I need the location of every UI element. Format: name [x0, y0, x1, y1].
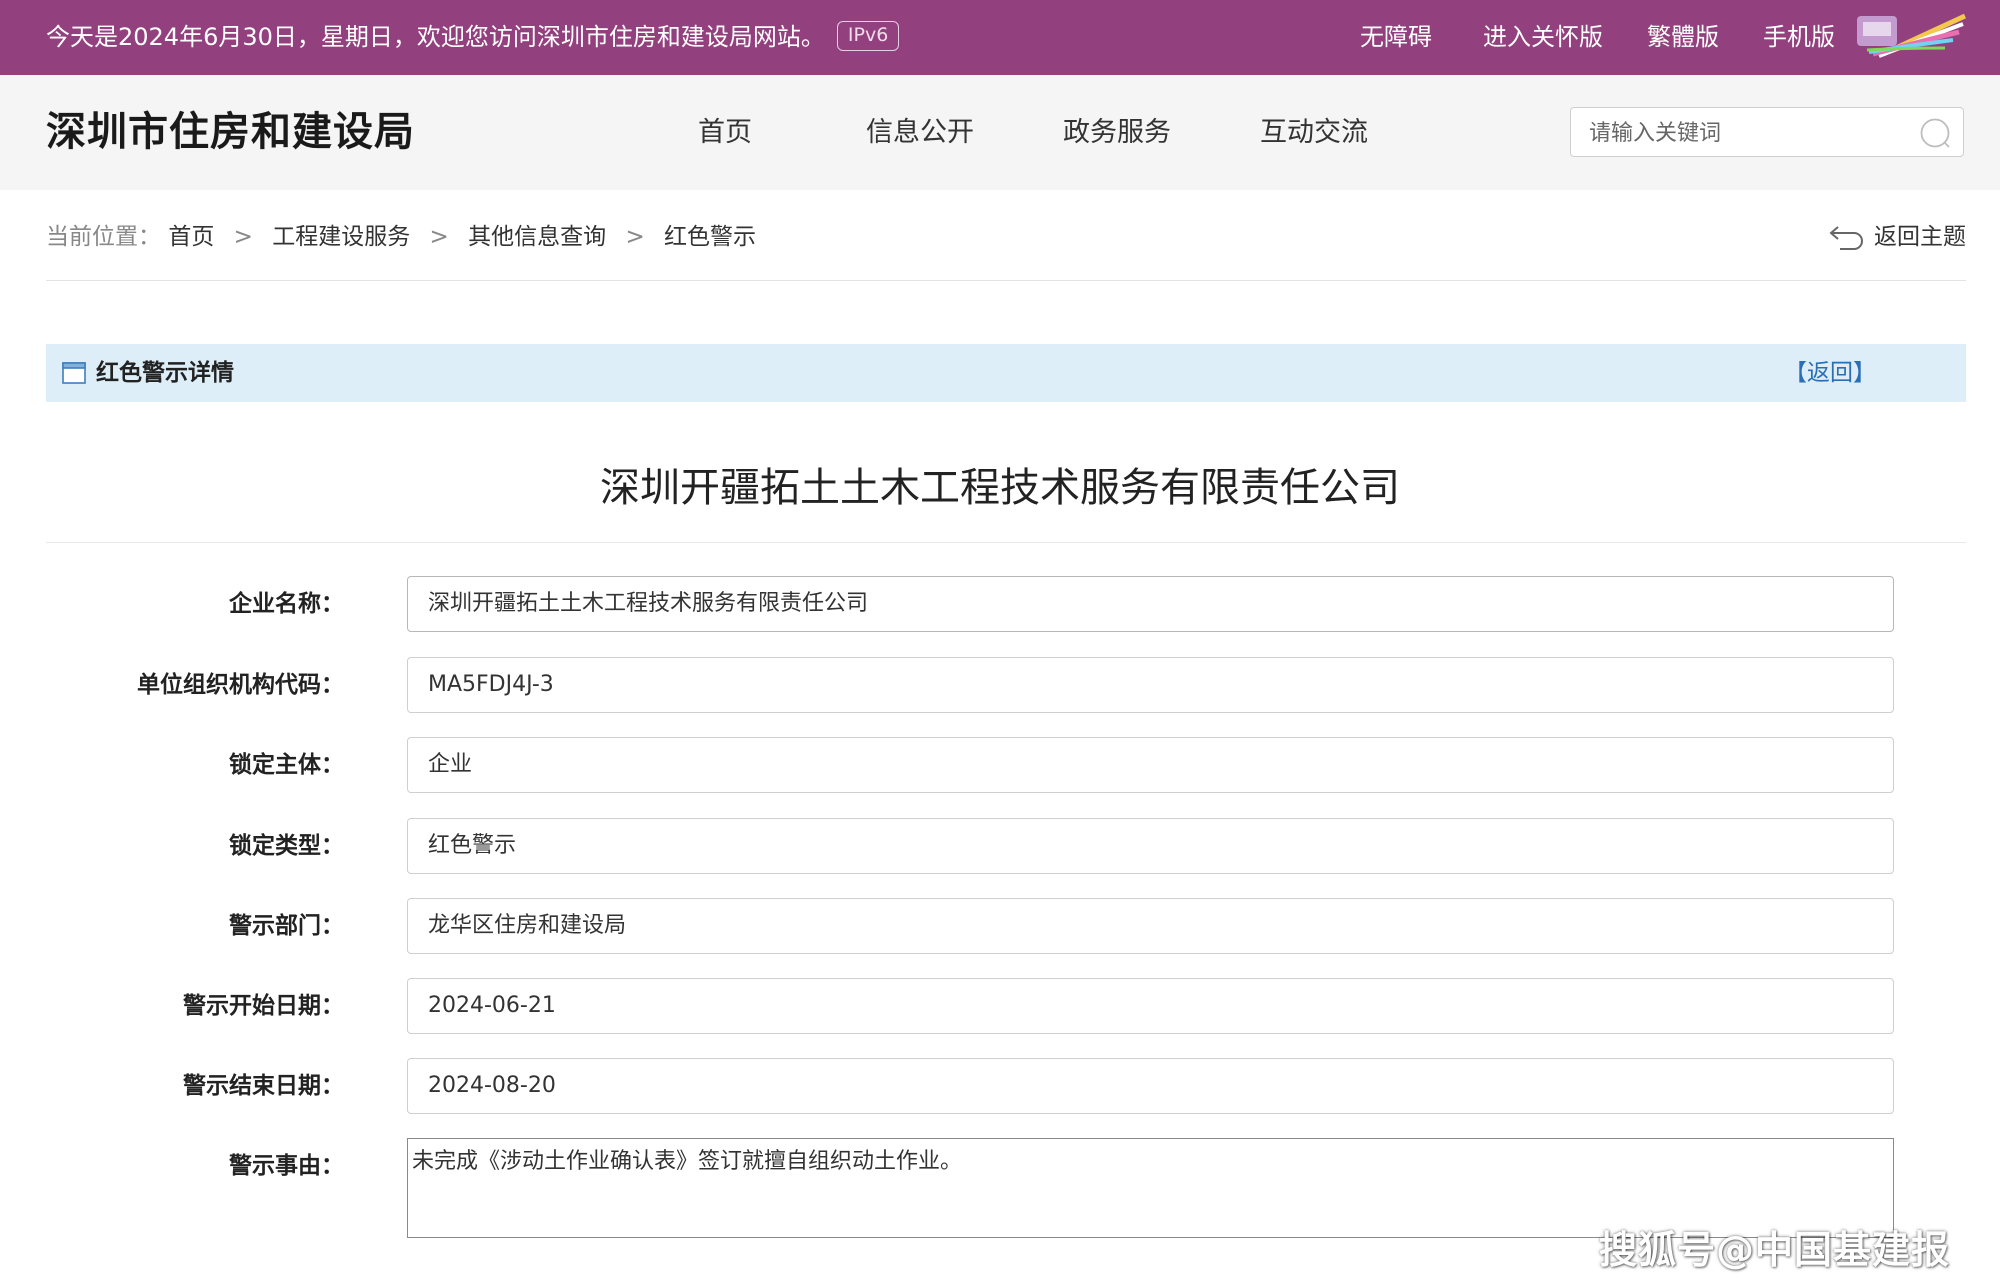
nav-government-services[interactable]: 政务服务: [1063, 75, 1171, 190]
company-name-label: 企业名称：: [229, 591, 344, 617]
care-mode-link[interactable]: 进入关怀版: [1483, 0, 1603, 75]
back-to-topic-button[interactable]: 返回主题: [1828, 215, 1966, 259]
detail-panel-header: 红色警示详情 【返回】: [46, 344, 1966, 402]
breadcrumb-other-info-query[interactable]: 其他信息查询: [468, 224, 606, 250]
form-row-lock-type: 锁定类型： 红色警示: [0, 818, 2000, 874]
accessibility-link[interactable]: 无障碍: [1360, 0, 1432, 75]
mobile-version-link[interactable]: 手机版: [1763, 0, 1835, 75]
form-row-org-code: 单位组织机构代码： MA5FDJ4J-3: [0, 657, 2000, 713]
search-input[interactable]: [1587, 114, 1901, 152]
company-heading: 深圳开疆拓土土木工程技术服务有限责任公司: [600, 465, 1400, 511]
lock-type-field[interactable]: 红色警示: [407, 818, 1894, 874]
nav-home[interactable]: 首页: [698, 75, 752, 190]
breadcrumb-separator: >: [429, 224, 449, 250]
form-row-start-date: 警示开始日期： 2024-06-21: [0, 978, 2000, 1034]
breadcrumb-separator: >: [625, 224, 645, 250]
return-arrow-icon: [1829, 225, 1863, 250]
heading-divider: [46, 542, 1966, 543]
breadcrumb: 当前位置： 首页 > 工程建设服务 > 其他信息查询 > 红色警示: [46, 215, 756, 259]
end-date-field[interactable]: 2024-08-20: [407, 1058, 1894, 1114]
site-header: 深圳市住房和建设局 首页 信息公开 政务服务 互动交流: [0, 75, 2000, 190]
form-row-company-name: 企业名称： 深圳开疆拓土土木工程技术服务有限责任公司: [0, 576, 2000, 632]
welcome-message: 今天是2024年6月30日，星期日，欢迎您访问深圳市住房和建设局网站。 IPv6: [46, 0, 900, 75]
lock-type-label: 锁定类型：: [229, 833, 344, 859]
company-name-field[interactable]: 深圳开疆拓土土木工程技术服务有限责任公司: [407, 576, 1894, 632]
end-date-label: 警示结束日期：: [183, 1073, 344, 1099]
breadcrumb-home[interactable]: 首页: [168, 224, 214, 250]
detail-panel-title: 红色警示详情: [96, 360, 234, 386]
lock-subject-field[interactable]: 企业: [407, 737, 1894, 793]
breadcrumb-divider: [46, 280, 1966, 281]
form-row-warning-department: 警示部门： 龙华区住房和建设局: [0, 898, 2000, 954]
warning-department-label: 警示部门：: [229, 913, 344, 939]
nav-interaction[interactable]: 互动交流: [1260, 75, 1368, 190]
city-logo-icon[interactable]: [1853, 10, 1968, 62]
form-row-end-date: 警示结束日期： 2024-08-20: [0, 1058, 2000, 1114]
lock-subject-label: 锁定主体：: [229, 752, 344, 778]
breadcrumb-prefix: 当前位置：: [46, 224, 161, 250]
back-to-topic-label: 返回主题: [1874, 224, 1966, 250]
search-icon[interactable]: [1919, 117, 1951, 149]
watermark-text: 搜狐号@中国基建报: [1598, 1228, 1950, 1272]
nav-info-disclosure[interactable]: 信息公开: [866, 75, 974, 190]
start-date-field[interactable]: 2024-06-21: [407, 978, 1894, 1034]
search-box: [1570, 107, 1964, 157]
form-row-lock-subject: 锁定主体： 企业: [0, 737, 2000, 793]
org-code-field[interactable]: MA5FDJ4J-3: [407, 657, 1894, 713]
breadcrumb-engineering-services[interactable]: 工程建设服务: [272, 224, 410, 250]
org-code-label: 单位组织机构代码：: [137, 672, 344, 698]
warning-department-field[interactable]: 龙华区住房和建设局: [407, 898, 1894, 954]
breadcrumb-separator: >: [233, 224, 253, 250]
panel-back-link[interactable]: 【返回】: [1784, 344, 1876, 402]
site-title[interactable]: 深圳市住房和建设局: [46, 75, 415, 190]
welcome-text: 今天是2024年6月30日，星期日，欢迎您访问深圳市住房和建设局网站。: [46, 23, 825, 51]
window-icon: [62, 362, 86, 384]
ipv6-badge: IPv6: [836, 21, 900, 51]
breadcrumb-current: 红色警示: [664, 224, 757, 250]
traditional-chinese-link[interactable]: 繁體版: [1647, 0, 1719, 75]
start-date-label: 警示开始日期：: [183, 993, 344, 1019]
reason-label: 警示事由：: [229, 1153, 344, 1179]
top-bar: 今天是2024年6月30日，星期日，欢迎您访问深圳市住房和建设局网站。 IPv6 …: [0, 0, 2000, 75]
